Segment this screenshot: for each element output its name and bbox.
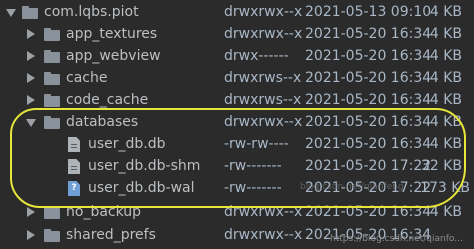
device-file-explorer-tree: com.lqbs.piot drwxrwx--x 2021-05-13 09:1… [0, 0, 474, 249]
tree-item-permissions: drwxrwx--x [224, 4, 303, 20]
tree-item-date: 2021-05-20 16:34 [305, 114, 432, 130]
tree-row-no-backup[interactable]: no_backup drwxrwx--x 2021-05-20 16:34 4 … [0, 201, 474, 223]
folder-icon [44, 116, 60, 129]
folder-icon [22, 6, 38, 19]
tree-item-name: user_db.db [88, 136, 166, 152]
chevron-right-icon[interactable] [26, 45, 36, 67]
tree-item-size: 32 KB [420, 158, 462, 174]
tree-item-permissions: -rw------- [224, 180, 282, 196]
chevron-right-icon[interactable] [26, 201, 36, 223]
tree-item-date: 2021-05-20 16:34 [305, 26, 432, 42]
tree-item-name: code_cache [66, 92, 149, 108]
file-icon [68, 137, 80, 152]
tree-row-com-lqbs-piot[interactable]: com.lqbs.piot drwxrwx--x 2021-05-13 09:1… [0, 1, 474, 23]
tree-item-date: 2021-05-13 09:10 [305, 4, 432, 20]
tree-item-size: 4 KB [429, 136, 462, 152]
tree-item-permissions: drwxrwx--x [224, 26, 303, 42]
tree-item-size: 173 KB [420, 180, 470, 196]
folder-icon [44, 206, 60, 219]
folder-icon [44, 94, 60, 107]
tree-item-permissions: drwxrwx--x [224, 204, 303, 220]
tree-item-size: 4 KB [429, 92, 462, 108]
folder-icon [44, 72, 60, 85]
tree-item-name: shared_prefs [66, 227, 156, 243]
tree-item-size: 4 KB [429, 204, 462, 220]
file-icon [68, 159, 80, 174]
folder-icon [44, 229, 60, 242]
tree-item-size: 4 KB [429, 4, 462, 20]
chevron-right-icon[interactable] [26, 23, 36, 45]
tree-item-name: com.lqbs.piot [44, 4, 139, 20]
tree-item-size: 4 KB [429, 26, 462, 42]
tree-row-user-db[interactable]: user_db.db -rw-rw---- 2021-05-20 16:34 4… [0, 133, 474, 155]
tree-item-date: 2021-05-20 16:34 [305, 92, 432, 108]
chevron-right-icon[interactable] [26, 224, 36, 246]
tree-item-name: user_db.db-shm [88, 158, 201, 174]
tree-item-name: app_webview [66, 48, 161, 64]
tree-item-date: 2021-05-20 16:34 [305, 70, 432, 86]
tree-item-name: databases [66, 114, 139, 130]
tree-row-code-cache[interactable]: code_cache drwxrws--x 2021-05-20 16:34 4… [0, 89, 474, 111]
tree-item-permissions: drwxrws--x [224, 92, 302, 108]
tree-item-date: 2021-05-20 16:34 [305, 136, 432, 152]
tree-item-name: no_backup [66, 204, 142, 220]
folder-icon [44, 50, 60, 63]
chevron-down-icon[interactable] [6, 1, 16, 23]
unknown-file-icon: ? [68, 181, 80, 196]
tree-item-name: cache [66, 70, 108, 86]
tree-item-permissions: drwxrws--x [224, 70, 302, 86]
tree-item-size: 4 KB [429, 48, 462, 64]
tree-item-size: 4 KB [429, 70, 462, 86]
watermark-faint: blog.csdn.net/qianfeng [300, 182, 404, 192]
tree-item-permissions: -rw------- [224, 158, 282, 174]
tree-row-cache[interactable]: cache drwxrws--x 2021-05-20 16:34 4 KB [0, 67, 474, 89]
tree-item-permissions: drwxrwx--x [224, 227, 303, 243]
tree-item-permissions: -rw-rw---- [224, 136, 289, 152]
tree-row-app-textures[interactable]: app_textures drwxrwx--x 2021-05-20 16:34… [0, 23, 474, 45]
chevron-right-icon[interactable] [26, 89, 36, 111]
tree-item-permissions: drwx------ [224, 48, 289, 64]
tree-item-name: app_textures [66, 26, 158, 42]
tree-item-date: 2021-05-20 17:22 [305, 158, 432, 174]
tree-item-permissions: drwxrwx--x [224, 114, 303, 130]
watermark: https://blog.csdn.net/qianfo... [330, 234, 463, 244]
tree-row-app-webview[interactable]: app_webview drwx------ 2021-05-20 16:34 … [0, 45, 474, 67]
tree-item-name: user_db.db-wal [88, 180, 195, 196]
tree-row-databases[interactable]: databases drwxrwx--x 2021-05-20 16:34 4 … [0, 111, 474, 133]
tree-item-date: 2021-05-20 16:34 [305, 48, 432, 64]
tree-item-date: 2021-05-20 16:34 [305, 204, 432, 220]
chevron-down-icon[interactable] [26, 111, 36, 133]
tree-row-user-db-shm[interactable]: user_db.db-shm -rw------- 2021-05-20 17:… [0, 155, 474, 177]
folder-icon [44, 28, 60, 41]
tree-item-size: 4 KB [429, 114, 462, 130]
chevron-right-icon[interactable] [26, 67, 36, 89]
